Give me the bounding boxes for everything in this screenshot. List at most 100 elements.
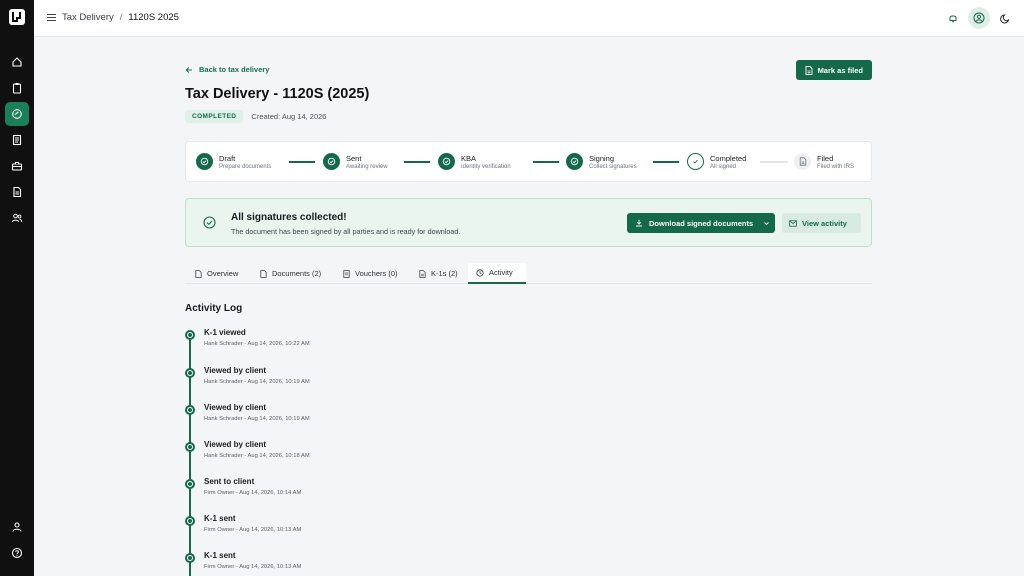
download-button-label: Download signed documents bbox=[649, 218, 754, 228]
activity-meta: Hank Schrader - Aug 14, 2026, 10:22 AM bbox=[204, 341, 310, 347]
timeline-dot-icon bbox=[185, 368, 195, 378]
user-avatar-icon[interactable] bbox=[968, 7, 990, 29]
file-text-icon[interactable] bbox=[5, 180, 29, 204]
activity-meta: Hank Schrader - Aug 14, 2026, 10:19 AM bbox=[204, 416, 310, 422]
activity-meta: Firm Owner - Aug 14, 2026, 10:14 AM bbox=[204, 490, 302, 496]
activity-meta: Firm Owner - Aug 14, 2026, 10:13 AM bbox=[204, 564, 302, 570]
tab-vouchers[interactable]: Vouchers (0) bbox=[341, 263, 400, 284]
step-subtitle: Identity verification bbox=[461, 163, 511, 170]
tab-documents[interactable]: Documents (2) bbox=[258, 263, 323, 284]
mail-icon bbox=[789, 219, 797, 227]
mark-as-filed-label: Mark as filed bbox=[817, 65, 863, 75]
app-logo-icon[interactable] bbox=[8, 8, 26, 26]
step-title: Draft bbox=[219, 153, 236, 163]
step-subtitle: Filed with IRS bbox=[817, 163, 855, 170]
activity-title: Sent to client bbox=[204, 477, 255, 486]
document-list-icon[interactable] bbox=[5, 128, 29, 152]
document-icon bbox=[260, 269, 267, 278]
activity-title: Viewed by client bbox=[204, 440, 267, 449]
timeline-dot-icon bbox=[185, 330, 195, 340]
briefcase-icon[interactable] bbox=[5, 154, 29, 178]
check-circle-icon bbox=[203, 216, 216, 229]
step-connector bbox=[653, 161, 679, 163]
timeline-dot-icon bbox=[185, 442, 195, 452]
progress-stepper: Draft Prepare documents Sent Awaiting revi… bbox=[185, 141, 872, 182]
tab-label: Vouchers (0) bbox=[355, 269, 398, 278]
timeline-dot-icon bbox=[185, 479, 195, 489]
view-activity-button[interactable]: View activity bbox=[782, 213, 861, 233]
receipt-icon bbox=[343, 269, 350, 278]
tab-activity[interactable]: Activity bbox=[468, 263, 526, 284]
back-link-label: Back to tax delivery bbox=[199, 65, 270, 74]
activity-meta: Hank Schrader - Aug 14, 2026, 10:18 AM bbox=[204, 453, 310, 459]
step-title: Signing bbox=[589, 153, 615, 163]
notifications-bell-icon[interactable] bbox=[942, 7, 964, 29]
back-to-tax-delivery-link[interactable]: Back to tax delivery bbox=[185, 65, 269, 74]
menu-icon[interactable] bbox=[47, 13, 56, 22]
step-connector bbox=[404, 161, 430, 163]
step-subtitle: Prepare documents bbox=[219, 163, 272, 170]
step-title: Sent bbox=[346, 153, 362, 163]
step-title: KBA bbox=[461, 153, 477, 163]
tab-k1s[interactable]: K-1s (2) bbox=[417, 263, 460, 284]
step-connector bbox=[289, 161, 315, 163]
file-icon bbox=[805, 65, 813, 75]
status-badge: COMPLETED bbox=[185, 110, 244, 123]
chevron-down-icon bbox=[764, 221, 770, 225]
timeline-dot-icon bbox=[185, 553, 195, 563]
timeline-dot-icon bbox=[185, 405, 195, 415]
tab-label: Activity bbox=[489, 268, 513, 277]
step-title: Completed bbox=[710, 153, 747, 163]
download-signed-documents-button[interactable]: Download signed documents bbox=[627, 213, 775, 233]
tab-overview[interactable]: Overview bbox=[193, 263, 240, 284]
activity-title: Viewed by client bbox=[204, 366, 267, 375]
banner-description: The document has been signed by all part… bbox=[231, 227, 461, 236]
activity-title: K-1 sent bbox=[204, 514, 236, 523]
breadcrumb-current: 1120S 2025 bbox=[128, 12, 179, 23]
check-circle-icon bbox=[438, 153, 455, 170]
dark-mode-moon-icon[interactable] bbox=[994, 7, 1016, 29]
document-icon bbox=[794, 153, 811, 170]
step-connector bbox=[760, 161, 788, 163]
mark-as-filed-button[interactable]: Mark as filed bbox=[795, 60, 872, 80]
step-kba: KBA Identity verification bbox=[438, 153, 511, 170]
step-subtitle: All signed bbox=[710, 163, 737, 170]
step-subtitle: Collect signatures bbox=[589, 163, 637, 170]
step-connector bbox=[533, 161, 559, 163]
tab-label: Overview bbox=[207, 269, 239, 278]
check-circle-icon bbox=[196, 153, 213, 170]
view-activity-label: View activity bbox=[802, 218, 847, 228]
breadcrumb: Tax Delivery / 1120S 2025 bbox=[62, 12, 179, 23]
clock-icon bbox=[476, 268, 484, 277]
clipboard-icon[interactable] bbox=[5, 76, 29, 100]
arrow-left-icon bbox=[185, 66, 192, 73]
detail-tabs: Overview Documents (2) Vouchers (0) K-1s… bbox=[185, 263, 872, 284]
step-filed: Filed Filed with IRS bbox=[794, 153, 854, 170]
step-subtitle: Awaiting review bbox=[346, 163, 388, 170]
activity-meta: Hank Schrader - Aug 14, 2026, 10:19 AM bbox=[204, 379, 310, 385]
file-text-icon bbox=[419, 269, 426, 278]
banner-title: All signatures collected! bbox=[231, 212, 347, 223]
check-outline-icon bbox=[687, 153, 704, 170]
step-completed: Completed All signed bbox=[687, 153, 746, 170]
help-icon[interactable] bbox=[5, 541, 29, 565]
created-date: Created: Aug 14, 2026 bbox=[251, 112, 327, 121]
tab-label: Documents (2) bbox=[272, 269, 322, 278]
activity-log-title: Activity Log bbox=[185, 303, 243, 314]
page-title: Tax Delivery - 1120S (2025) bbox=[185, 86, 370, 102]
users-icon[interactable] bbox=[5, 206, 29, 230]
step-sent: Sent Awaiting review bbox=[323, 153, 388, 170]
breadcrumb-separator: / bbox=[119, 12, 123, 23]
timeline-dot-icon bbox=[185, 516, 195, 526]
check-circle-icon bbox=[323, 153, 340, 170]
activity-title: K-1 viewed bbox=[204, 328, 246, 337]
profile-icon[interactable] bbox=[5, 515, 29, 539]
document-icon bbox=[195, 269, 202, 278]
breadcrumb-parent[interactable]: Tax Delivery bbox=[62, 12, 114, 23]
top-bar: Tax Delivery / 1120S 2025 bbox=[34, 0, 1024, 37]
tax-delivery-icon[interactable] bbox=[5, 102, 29, 126]
home-icon[interactable] bbox=[5, 50, 29, 74]
step-title: Filed bbox=[817, 153, 834, 163]
activity-title: K-1 sent bbox=[204, 551, 236, 560]
signatures-collected-banner: All signatures collected! The document h… bbox=[185, 198, 872, 247]
